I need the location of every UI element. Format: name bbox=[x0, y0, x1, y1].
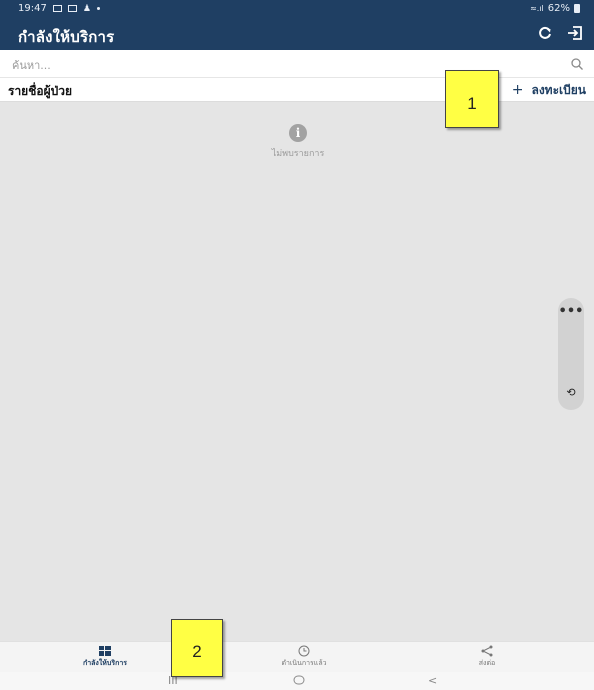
grid-icon bbox=[45, 644, 165, 658]
tab-referred[interactable]: ส่งต่อ bbox=[427, 644, 547, 669]
app-bar: กำลังให้บริการ bbox=[0, 18, 594, 50]
system-navigation: III < bbox=[0, 672, 594, 690]
search-icon[interactable] bbox=[570, 57, 584, 71]
tab-in-service-label: กำลังให้บริการ bbox=[82, 659, 128, 667]
status-bar: 19:47 ♟ ≈.ıl 62% bbox=[0, 0, 594, 18]
tab-completed[interactable]: ดำเนินการแล้ว bbox=[244, 644, 364, 669]
home-icon[interactable] bbox=[293, 675, 305, 688]
share-icon bbox=[427, 644, 547, 658]
plus-icon: + bbox=[511, 82, 524, 98]
battery-percent: 62% bbox=[547, 3, 570, 14]
info-icon: i bbox=[289, 124, 307, 142]
floating-side-panel[interactable]: ••• ⟲ bbox=[558, 298, 584, 410]
mail-notification-icon bbox=[67, 5, 77, 12]
tab-in-service[interactable]: กำลังให้บริการ bbox=[45, 644, 165, 669]
patient-list-header: รายชื่อผู้ป่วย + ลงทะเบียน bbox=[0, 78, 594, 102]
tab-completed-label: ดำเนินการแล้ว bbox=[281, 659, 327, 667]
empty-state: i ไม่พบรายการ bbox=[258, 124, 338, 160]
patient-list-area: i ไม่พบรายการ ••• ⟲ bbox=[0, 102, 594, 641]
status-time: 19:47 bbox=[18, 3, 47, 14]
pin-icon[interactable]: ⟲ bbox=[564, 386, 578, 400]
patient-list-label: รายชื่อผู้ป่วย bbox=[8, 84, 72, 98]
register-button[interactable]: + ลงทะเบียน bbox=[512, 81, 586, 100]
search-bar bbox=[0, 50, 594, 78]
annotation-callout-1: 1 bbox=[445, 70, 499, 128]
clock-icon bbox=[244, 644, 364, 658]
register-label: ลงทะเบียน bbox=[531, 83, 586, 97]
bottom-navigation: กำลังให้บริการ ดำเนินการแล้ว ส่งต่อ bbox=[0, 641, 594, 672]
person-notification-icon: ♟ bbox=[82, 3, 91, 14]
more-icon[interactable]: ••• bbox=[558, 304, 584, 319]
notification-dot-icon bbox=[96, 7, 100, 10]
empty-message: ไม่พบรายการ bbox=[271, 149, 325, 159]
annotation-callout-2: 2 bbox=[171, 619, 223, 677]
wifi-signal-icon: ≈.ıl bbox=[530, 4, 544, 13]
battery-icon bbox=[574, 4, 580, 13]
tab-referred-label: ส่งต่อ bbox=[478, 659, 496, 667]
back-icon[interactable]: < bbox=[428, 674, 437, 687]
refresh-icon[interactable] bbox=[536, 25, 554, 43]
gallery-notification-icon bbox=[52, 5, 62, 12]
page-title: กำลังให้บริการ bbox=[18, 28, 115, 46]
logout-icon[interactable] bbox=[566, 25, 584, 43]
